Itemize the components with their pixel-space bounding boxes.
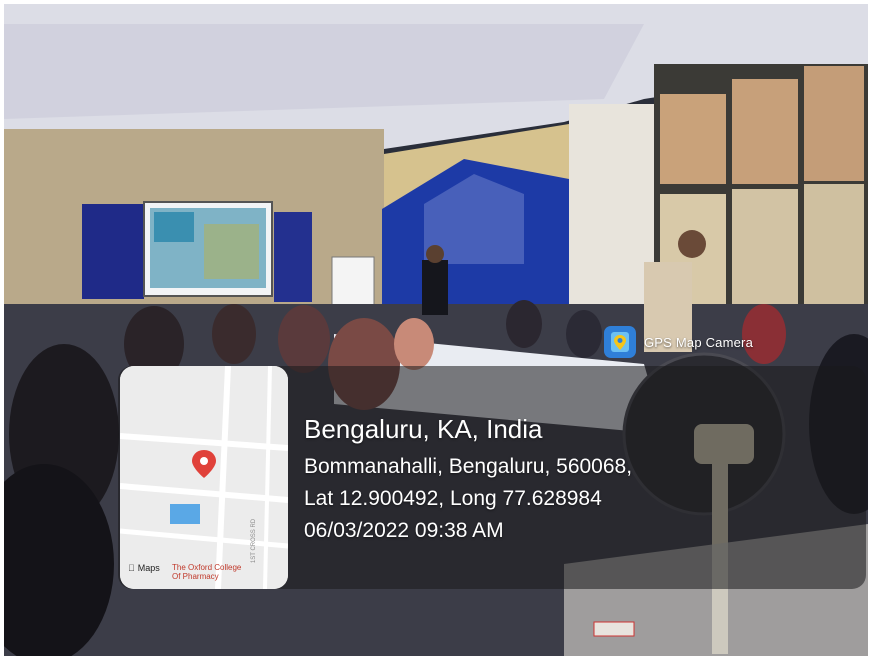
maps-brand:  Maps (128, 563, 160, 573)
gps-camera-label: GPS Map Camera (644, 334, 754, 350)
location-coordinates: Lat 12.900492, Long 77.628984 (304, 487, 602, 510)
map-road-label: 1ST CROSS RD (251, 518, 258, 564)
maps-brand-label: Maps (131, 563, 160, 573)
gps-camera-badge: GPS Map Camera (604, 326, 753, 358)
location-address: Bommanahalli, Bengaluru, 560068, (304, 455, 633, 478)
map-place-label: The Oxford College Of Pharmacy (172, 563, 242, 581)
apple-icon:  (128, 563, 135, 573)
location-datetime: 06/03/2022 09:38 AM (304, 519, 504, 542)
map-building (170, 504, 200, 524)
location-city: Bengaluru, KA, India (304, 414, 543, 444)
mini-map: 1ST CROSS RD  Maps The Oxford College O… (120, 366, 288, 589)
location-info: Bengaluru, KA, India Bommanahalli, Benga… (304, 414, 632, 551)
map-graphic (120, 366, 288, 589)
map-pin-icon (604, 326, 636, 358)
